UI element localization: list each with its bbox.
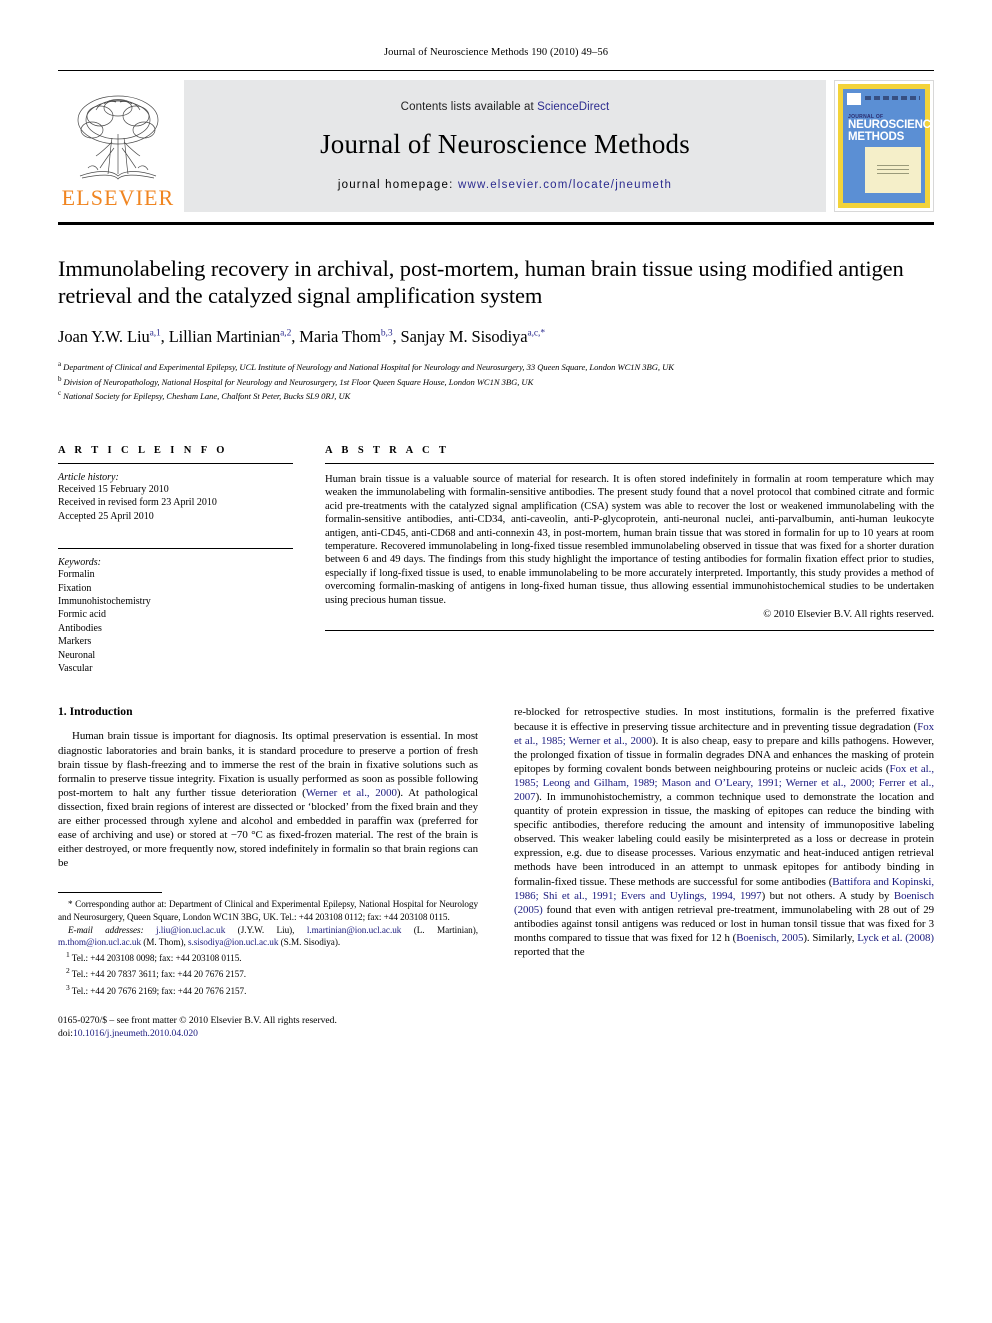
elsevier-logo: ELSEVIER <box>58 80 178 212</box>
footnote-corresponding-author: * Corresponding author at: Department of… <box>58 899 478 922</box>
journal-cover-thumbnail[interactable]: JOURNAL OF NEUROSCIENCE METHODS <box>834 80 934 212</box>
keyword-item: Vascular <box>58 663 93 675</box>
footnote-numbered-item: 2 Tel.: +44 20 7837 3611; fax: +44 20 76… <box>66 966 247 980</box>
journal-homepage-line: journal homepage: www.elsevier.com/locat… <box>338 179 672 191</box>
contents-line: Contents lists available at ScienceDirec… <box>401 101 610 113</box>
affiliation-item: c National Society for Epilepsy, Chesham… <box>58 389 351 402</box>
cover-title: NEUROSCIENCE METHODS <box>848 119 934 143</box>
section-heading-introduction: 1. Introduction <box>58 705 133 719</box>
footnote-numbered-item: 3 Tel.: +44 20 7676 2169; fax: +44 20 76… <box>66 982 247 996</box>
cover-top-rule <box>865 96 920 100</box>
journal-masthead: ELSEVIER Contents lists available at Sci… <box>58 80 934 212</box>
keywords-block: Keywords: Formalin Fixation Immunohistoche… <box>58 548 293 675</box>
doi-label: doi: <box>58 1027 73 1039</box>
running-head: Journal of Neuroscience Methods 190 (201… <box>383 47 609 58</box>
keyword-item: Neuronal <box>58 649 96 661</box>
journal-title: Journal of Neuroscience Methods <box>320 128 690 159</box>
keyword-item: Antibodies <box>58 622 102 634</box>
affiliation-item: a Department of Clinical and Experimenta… <box>58 360 674 372</box>
intro-paragraph-right: re-blocked for retrospective studies. In… <box>514 706 934 959</box>
abstract-heading: A B S T R A C T <box>325 444 450 456</box>
article-history-item: Received in revised form 23 April 2010 <box>58 497 217 509</box>
homepage-label: journal homepage: <box>337 178 454 191</box>
contents-prefix: Contents lists available at <box>400 100 538 113</box>
article-info-heading: A R T I C L E I N F O <box>58 444 228 456</box>
abstract-rule <box>325 462 934 464</box>
doi-line: doi:10.1016/j.jneumeth.2010.04.020 <box>58 1028 478 1041</box>
article-history-list: Received 15 February 2010 Received in rev… <box>58 483 293 523</box>
body-column-right: re-blocked for retrospective studies. In… <box>514 705 934 1040</box>
elsevier-tree-icon <box>77 95 159 180</box>
header-rule <box>58 70 934 71</box>
cover-panel-text-lines <box>877 165 909 175</box>
elsevier-wordmark: ELSEVIER <box>61 185 175 210</box>
article-page: Journal of Neuroscience Methods 190 (201… <box>0 0 992 1323</box>
footnote-rule <box>58 892 162 894</box>
article-info-column: A R T I C L E I N F O Article history: R… <box>58 445 293 675</box>
affiliation-item: b Division of Neuropathology, National H… <box>58 374 534 387</box>
doi-link[interactable]: 10.1016/j.jneumeth.2010.04.020 <box>73 1028 198 1039</box>
cover-publisher-mark <box>847 93 861 105</box>
affiliation-list: a Department of Clinical and Experimenta… <box>58 359 934 403</box>
keyword-item: Markers <box>58 636 92 648</box>
abstract-column: A B S T R A C T Human brain tissue is a … <box>325 445 934 675</box>
homepage-url-link[interactable]: www.elsevier.com/locate/jneumeth <box>458 179 672 191</box>
cover-title-line2: METHODS <box>848 130 905 143</box>
intro-paragraph-left: Human brain tissue is important for diag… <box>58 730 479 870</box>
keywords-label: Keywords: <box>58 557 101 569</box>
cover-title-line1: NEUROSCIENCE <box>848 119 934 131</box>
issn-line: 0165-0270/$ – see front matter © 2010 El… <box>58 1014 337 1026</box>
cover-border: JOURNAL OF NEUROSCIENCE METHODS <box>838 84 934 208</box>
keywords-rule <box>58 548 293 550</box>
sciencedirect-link[interactable]: ScienceDirect <box>537 101 609 113</box>
article-history-item: Received 15 February 2010 <box>58 483 169 495</box>
abstract-copyright: © 2010 Elsevier B.V. All rights reserved… <box>763 609 934 621</box>
body-columns: 1. Introduction Human brain tissue is im… <box>58 705 934 1040</box>
masthead-bottom-rule <box>58 222 934 225</box>
cover-field: JOURNAL OF NEUROSCIENCE METHODS <box>843 89 934 203</box>
footnotes-block: * Corresponding author at: Department of… <box>58 892 478 1040</box>
footnote-email-addresses: E-mail addresses: j.liu@ion.ucl.ac.uk (J… <box>58 924 478 947</box>
title-block: Immunolabeling recovery in archival, pos… <box>58 255 934 403</box>
author-list: Joan Y.W. Liua,1, Lillian Martiniana,2, … <box>58 327 545 346</box>
footnote-numbered-list: 1 Tel.: +44 203108 0098; fax: +44 203108… <box>58 949 478 997</box>
issn-footer: 0165-0270/$ – see front matter © 2010 El… <box>58 1015 478 1040</box>
page-title: Immunolabeling recovery in archival, pos… <box>58 256 904 308</box>
cover-image-panel <box>865 147 921 193</box>
article-info-rule <box>58 462 293 464</box>
info-abstract-row: A R T I C L E I N F O Article history: R… <box>58 445 934 675</box>
abstract-text: Human brain tissue is a valuable source … <box>325 473 934 606</box>
keyword-item: Immunohistochemistry <box>58 596 151 607</box>
keyword-item: Formic acid <box>58 609 107 621</box>
article-history-label: Article history: <box>58 471 119 483</box>
keywords-list: Formalin Fixation Immunohistochemistry Form… <box>58 568 293 675</box>
article-history-item: Accepted 25 April 2010 <box>58 510 154 522</box>
keyword-item: Fixation <box>58 582 92 594</box>
abstract-bottom-rule <box>325 630 934 632</box>
sciencedirect-banner: Contents lists available at ScienceDirec… <box>184 80 826 212</box>
keyword-item: Formalin <box>58 569 95 581</box>
body-column-left: 1. Introduction Human brain tissue is im… <box>58 705 478 1040</box>
footnote-numbered-item: 1 Tel.: +44 203108 0098; fax: +44 203108… <box>66 950 242 964</box>
